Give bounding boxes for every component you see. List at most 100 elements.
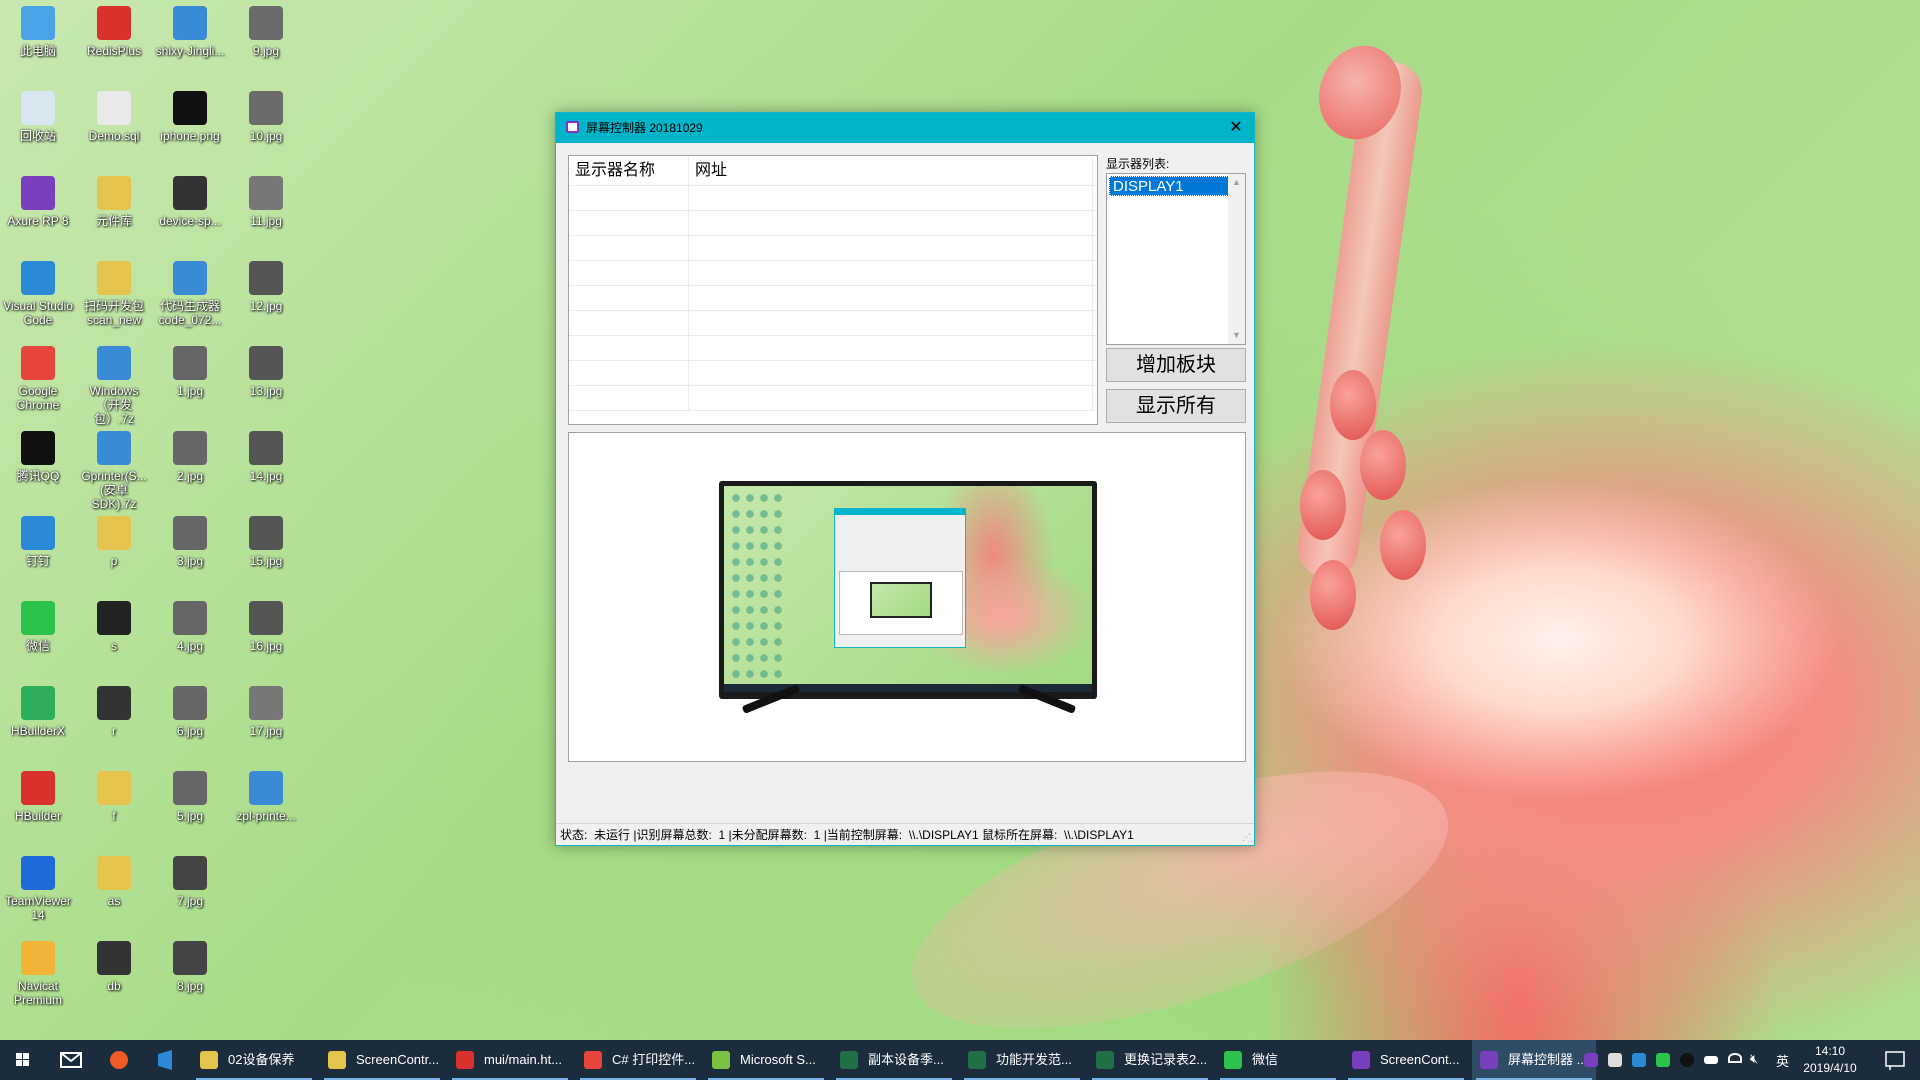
desktop-icon[interactable]: Visual Studio Code bbox=[0, 255, 76, 339]
desktop-icon[interactable]: 16.jpg bbox=[228, 595, 304, 679]
add-block-button[interactable]: 增加板块 bbox=[1106, 348, 1246, 382]
taskbar-app-button[interactable]: 屏幕控制器 ... bbox=[1472, 1040, 1596, 1080]
table-row[interactable] bbox=[569, 361, 1097, 386]
column-header-display-name[interactable]: 显示器名称 bbox=[569, 156, 689, 185]
desktop-icon[interactable]: Windows（开发包）.7z bbox=[76, 340, 152, 426]
taskbar-app-button[interactable]: ScreenContr... bbox=[320, 1040, 444, 1080]
taskbar-app-button[interactable]: 微信 bbox=[1216, 1040, 1340, 1080]
tray-dingtalk-icon[interactable] bbox=[1632, 1053, 1646, 1067]
tray-qq-icon[interactable] bbox=[1680, 1053, 1694, 1067]
desktop-icon[interactable]: zpl-printe... bbox=[228, 765, 304, 849]
desktop-icon[interactable]: 代码生成器 code_072... bbox=[152, 255, 228, 339]
table-row[interactable] bbox=[569, 236, 1097, 261]
title-bar[interactable]: 屏幕控制器 20181029 ✕ bbox=[556, 113, 1254, 143]
desktop-icon[interactable]: 12.jpg bbox=[228, 255, 304, 339]
table-row[interactable] bbox=[569, 261, 1097, 286]
listbox-scrollbar[interactable]: ▲ ▼ bbox=[1228, 174, 1245, 344]
desktop-icon[interactable]: 扫码开发包 scan_new bbox=[76, 255, 152, 339]
desktop-icon[interactable]: p bbox=[76, 510, 152, 594]
table-row[interactable] bbox=[569, 336, 1097, 361]
taskbar-app-button[interactable]: 功能开发范... bbox=[960, 1040, 1084, 1080]
desktop-icon[interactable]: shixy-Jingli... bbox=[152, 0, 228, 84]
desktop-icon[interactable]: 1.jpg bbox=[152, 340, 228, 424]
desktop-icon[interactable]: 微信 bbox=[0, 595, 76, 679]
desktop-icon[interactable]: 2.jpg bbox=[152, 425, 228, 509]
desktop-icon[interactable]: device-sp... bbox=[152, 170, 228, 254]
display-url-grid[interactable]: 显示器名称 网址 bbox=[568, 155, 1098, 425]
desktop-icon[interactable]: 7.jpg bbox=[152, 850, 228, 934]
column-header-url[interactable]: 网址 bbox=[689, 156, 1093, 185]
battery-icon[interactable] bbox=[1704, 1056, 1718, 1064]
scroll-down-icon[interactable]: ▼ bbox=[1228, 327, 1245, 344]
tray-network-app-icon[interactable] bbox=[1608, 1053, 1622, 1067]
desktop-icon[interactable]: RedisPlus bbox=[76, 0, 152, 84]
tray-wechat-icon[interactable] bbox=[1656, 1053, 1670, 1067]
desktop-icon[interactable]: Gprinter(S...(安卓SDK).7z bbox=[76, 425, 152, 511]
desktop-icon[interactable]: 腾讯QQ bbox=[0, 425, 76, 509]
desktop-icon[interactable]: 回收站 bbox=[0, 85, 76, 169]
close-button[interactable]: ✕ bbox=[1218, 113, 1254, 143]
table-row[interactable] bbox=[569, 386, 1097, 411]
desktop-icon[interactable]: Google Chrome bbox=[0, 340, 76, 424]
taskbar-app-button[interactable]: 02设备保养 bbox=[192, 1040, 316, 1080]
desktop-icon[interactable]: s bbox=[76, 595, 152, 679]
desktop-icon[interactable]: 5.jpg bbox=[152, 765, 228, 849]
input-language-indicator[interactable]: 英 bbox=[1776, 1051, 1789, 1070]
desktop-icon[interactable]: 8.jpg bbox=[152, 935, 228, 1019]
taskbar-app-icon bbox=[328, 1051, 346, 1069]
show-all-button[interactable]: 显示所有 bbox=[1106, 389, 1246, 423]
desktop-icon[interactable]: Axure RP 8 bbox=[0, 170, 76, 254]
display-list-item[interactable]: DISPLAY1 bbox=[1109, 176, 1229, 196]
desktop-icon[interactable]: 15.jpg bbox=[228, 510, 304, 594]
desktop-app-icon bbox=[97, 6, 131, 40]
taskbar-app-button[interactable]: 更换记录表2... bbox=[1088, 1040, 1212, 1080]
mail-icon[interactable] bbox=[56, 1040, 86, 1080]
desktop-icon[interactable]: r bbox=[76, 680, 152, 764]
desktop-icon[interactable]: 17.jpg bbox=[228, 680, 304, 764]
desktop-icon[interactable]: 14.jpg bbox=[228, 425, 304, 509]
taskbar-app-button[interactable]: mui/main.ht... bbox=[448, 1040, 572, 1080]
table-row[interactable] bbox=[569, 186, 1097, 211]
desktop-icon[interactable]: 钉钉 bbox=[0, 510, 76, 594]
tray-app-icon[interactable] bbox=[1584, 1053, 1598, 1067]
resize-grip-icon[interactable]: ⋰ bbox=[1242, 833, 1251, 842]
scroll-up-icon[interactable]: ▲ bbox=[1228, 174, 1245, 191]
start-button[interactable] bbox=[0, 1040, 46, 1080]
desktop-icon[interactable]: 元件库 bbox=[76, 170, 152, 254]
desktop-icon[interactable]: Navicat Premium bbox=[0, 935, 76, 1019]
desktop-icon[interactable]: 6.jpg bbox=[152, 680, 228, 764]
desktop-icon[interactable]: 9.jpg bbox=[228, 0, 304, 84]
wifi-icon[interactable] bbox=[1728, 1053, 1742, 1063]
screen-controller-window[interactable]: 屏幕控制器 20181029 ✕ 显示器名称 网址 显示器列表: DISPLAY… bbox=[555, 112, 1255, 846]
volume-muted-icon[interactable]: 🔇︎ bbox=[1750, 1051, 1758, 1067]
desktop-icon[interactable]: TeamViewer 14 bbox=[0, 850, 76, 934]
desktop-icon[interactable]: Demo.sql bbox=[76, 85, 152, 169]
desktop-icon[interactable]: 10.jpg bbox=[228, 85, 304, 169]
taskbar-app-button[interactable]: ScreenCont... bbox=[1344, 1040, 1468, 1080]
desktop-icon[interactable]: 11.jpg bbox=[228, 170, 304, 254]
grid-header-row: 显示器名称 网址 bbox=[569, 156, 1097, 186]
desktop-icon[interactable]: 此电脑 bbox=[0, 0, 76, 84]
postman-icon[interactable] bbox=[104, 1040, 134, 1080]
desktop-icon[interactable]: 4.jpg bbox=[152, 595, 228, 679]
table-row[interactable] bbox=[569, 286, 1097, 311]
desktop-app-icon bbox=[249, 346, 283, 380]
clock[interactable]: 14:10 2019/4/10 bbox=[1790, 1043, 1870, 1077]
display-listbox[interactable]: DISPLAY1 ▲ ▼ bbox=[1106, 173, 1246, 345]
vscode-icon[interactable] bbox=[150, 1040, 180, 1080]
taskbar-app-button[interactable]: Microsoft S... bbox=[704, 1040, 828, 1080]
screen-preview-panel[interactable] bbox=[568, 432, 1246, 762]
desktop-icon[interactable]: as bbox=[76, 850, 152, 934]
taskbar-app-button[interactable]: 副本设备季... bbox=[832, 1040, 956, 1080]
table-row[interactable] bbox=[569, 211, 1097, 236]
desktop-icon[interactable]: 13.jpg bbox=[228, 340, 304, 424]
desktop-icon[interactable]: HBuilderX bbox=[0, 680, 76, 764]
desktop-icon[interactable]: db bbox=[76, 935, 152, 1019]
desktop-icon[interactable]: iphone.png bbox=[152, 85, 228, 169]
action-center-button[interactable] bbox=[1870, 1040, 1920, 1080]
desktop-icon[interactable]: 3.jpg bbox=[152, 510, 228, 594]
table-row[interactable] bbox=[569, 311, 1097, 336]
desktop-icon[interactable]: f bbox=[76, 765, 152, 849]
taskbar-app-button[interactable]: C# 打印控件... bbox=[576, 1040, 700, 1080]
desktop-icon[interactable]: HBuilder bbox=[0, 765, 76, 849]
